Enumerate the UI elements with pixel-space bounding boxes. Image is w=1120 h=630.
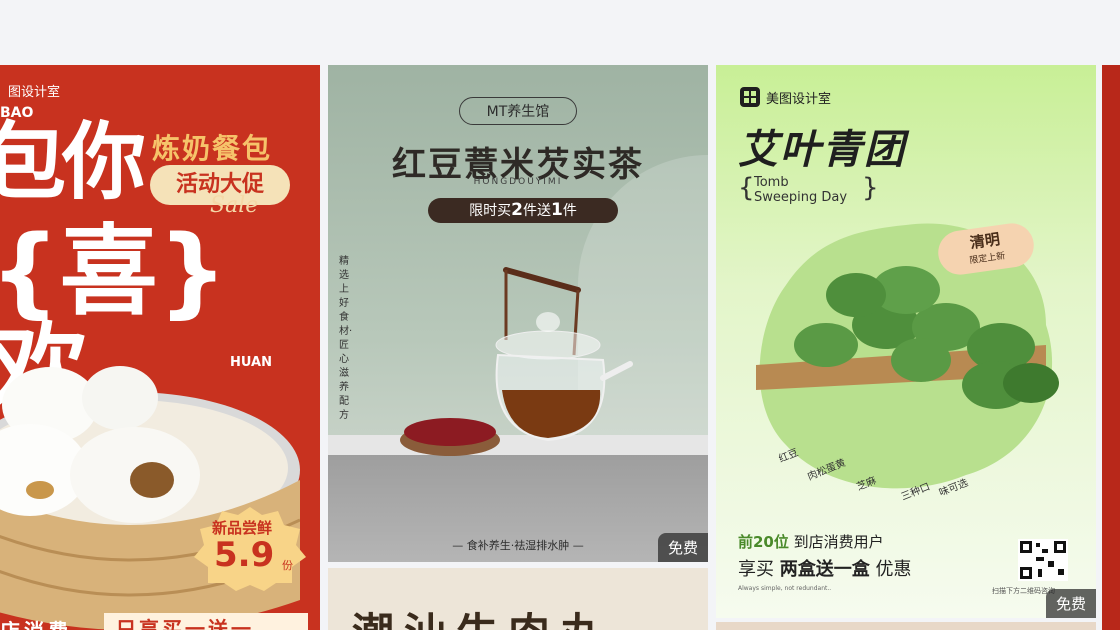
template-card-bun[interactable]: 图设计室 BAO 包你 炼奶餐包 活动大促 Sale {喜}欢 HUAN 新品尝… <box>0 65 320 630</box>
tomb-subtitle: Tomb Sweeping Day <box>754 175 848 205</box>
pinyin-subtitle: HONGDOUYIMI <box>473 177 563 187</box>
promo-line-2: 享买 两盒送一盒 优惠 <box>738 559 912 580</box>
template-card-qingtuan[interactable]: 美图设计室 艾叶青团 { Tomb Sweeping Day } 清明 限定上新 … <box>716 65 1096 618</box>
price-unit: 份 <box>282 559 293 572</box>
bottom-right-text: 只享买一送一 <box>104 613 308 630</box>
footer-tagline: — 食补养生·祛湿排水肿 — <box>452 539 584 552</box>
template-card-tea[interactable]: MT养生馆 红豆薏米芡实茶 HONGDOUYIMI 限时买2件送1件 精选上好食… <box>328 65 708 562</box>
teapot-illustration <box>400 267 633 456</box>
store-pill: MT养生馆 <box>459 97 577 125</box>
template-card-edge[interactable] <box>1102 65 1120 630</box>
brand-label: 图设计室 <box>8 85 61 100</box>
price-value: 5.9 <box>214 535 275 575</box>
card-title: 潮汕牛肉丸 <box>352 600 612 630</box>
vertical-slogan: 精选上好食材·匠心滋养配方 <box>339 256 353 421</box>
brand-label: 美图设计室 <box>766 92 832 107</box>
app-logo-icon <box>740 87 760 107</box>
template-card-next[interactable] <box>716 622 1096 630</box>
card-title: 艾叶青团 <box>738 127 906 173</box>
brace-left: { <box>738 173 755 203</box>
headline-1: 包你 <box>0 113 146 211</box>
qr-code-icon <box>1018 539 1068 581</box>
tagline: Always simple, not redundant.. <box>738 585 832 592</box>
promo-line-1: 前20位 到店消费用户 <box>738 533 884 551</box>
brace-right: } <box>862 173 879 203</box>
subtitle: 炼奶餐包 <box>152 132 273 165</box>
template-card-beef[interactable]: 潮汕牛肉丸 <box>328 568 708 630</box>
free-badge: 免费 <box>1045 589 1096 618</box>
bottom-left-text: 店消费 <box>0 615 72 630</box>
promo-bar: 限时买2件送1件 <box>428 198 618 223</box>
free-badge: 免费 <box>657 533 708 562</box>
top-bar <box>0 0 1120 64</box>
